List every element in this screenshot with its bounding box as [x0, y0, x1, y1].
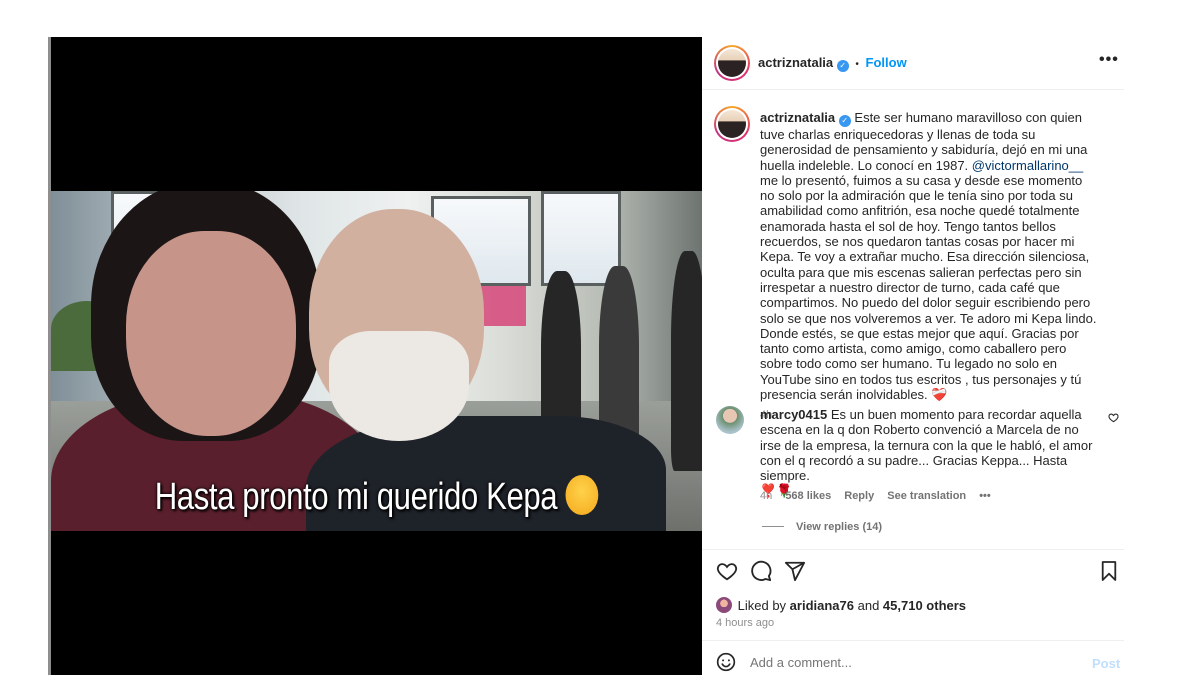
mention-link[interactable]: @victormallarino__ [972, 158, 1083, 173]
comment-like-heart-icon[interactable] [1108, 412, 1119, 423]
commenter-username[interactable]: marcy0415 [760, 407, 827, 422]
caption-username[interactable]: actriznatalia [760, 110, 835, 125]
add-comment-input[interactable] [750, 655, 926, 670]
author-avatar[interactable] [714, 45, 750, 81]
author-username[interactable]: actriznatalia [758, 55, 833, 70]
likes-prefix: Liked by [737, 598, 790, 613]
heart-icon[interactable] [716, 560, 738, 582]
bookmark-icon[interactable] [1100, 560, 1118, 582]
commenter-avatar[interactable] [716, 406, 744, 434]
mending-heart-emoji: ❤️‍🩹 [931, 387, 948, 403]
post-side-panel: actriznatalia ✓ • Follow ••• actriznatal… [702, 37, 1124, 675]
share-icon[interactable] [784, 560, 806, 582]
comment-likes[interactable]: 568 likes [785, 490, 831, 502]
disappointed-face-emoji [565, 475, 599, 515]
likes-middle: and [854, 598, 883, 613]
comment-time[interactable]: 4h [760, 490, 772, 502]
actions-divider [702, 549, 1124, 550]
liker-username[interactable]: aridiana76 [790, 598, 854, 613]
view-replies-button[interactable]: View replies (14) [762, 521, 882, 533]
post-caption: actriznatalia ✓ Este ser humano maravill… [760, 110, 1100, 424]
post-media[interactable]: Hasta pronto mi querido Kepa [51, 37, 702, 675]
liker-avatar[interactable] [716, 597, 732, 613]
image-caption-overlay: Hasta pronto mi querido Kepa [110, 475, 644, 519]
input-divider [702, 640, 1124, 641]
reply-button[interactable]: Reply [844, 490, 874, 502]
caption-author-avatar[interactable] [714, 106, 750, 142]
follow-button[interactable]: Follow [866, 55, 907, 70]
header-divider [702, 89, 1124, 90]
post-comment-button[interactable]: Post [1092, 656, 1120, 671]
view-replies-label: View replies (14) [796, 521, 883, 533]
likes-summary: Liked by aridiana76 and 45,710 others [716, 597, 966, 613]
comment-options-icon[interactable]: ••• [979, 490, 991, 502]
more-icon[interactable]: ••• [1099, 51, 1119, 69]
emoji-icon[interactable] [716, 652, 736, 672]
comment-meta: 4h 568 likes Reply See translation ••• [760, 490, 991, 502]
verified-icon: ✓ [838, 115, 851, 127]
header-separator: • [855, 59, 859, 70]
caption-text-part2: me lo presentó, fuimos a su casa y desde… [760, 172, 1097, 403]
post-time-ago[interactable]: 4 hours ago [716, 617, 774, 629]
comment-icon[interactable] [750, 560, 772, 582]
post-header: actriznatalia ✓ • Follow [758, 55, 907, 72]
replies-line [762, 526, 784, 527]
see-translation-button[interactable]: See translation [887, 490, 966, 502]
likes-others[interactable]: 45,710 others [883, 598, 966, 613]
verified-icon: ✓ [836, 60, 849, 72]
comment: marcy0415 Es un buen momento para record… [760, 407, 1100, 499]
